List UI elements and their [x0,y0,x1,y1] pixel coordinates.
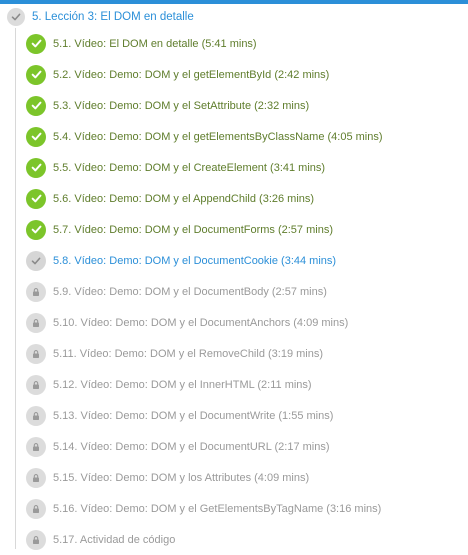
lesson-item: 5.15. Vídeo: Demo: DOM y los Attributes … [0,462,468,493]
check-icon [7,8,25,26]
lesson-item[interactable]: 5.7. Vídeo: Demo: DOM y el DocumentForms… [0,214,468,245]
lesson-label[interactable]: 5.4. Vídeo: Demo: DOM y el getElementsBy… [53,131,383,143]
lesson-item: 5.9. Vídeo: Demo: DOM y el DocumentBody … [0,276,468,307]
lesson-label: 5.16. Vídeo: Demo: DOM y el GetElementsB… [53,502,382,515]
lesson-label[interactable]: 5.6. Vídeo: Demo: DOM y el AppendChild (… [53,193,314,205]
lesson-label[interactable]: 5.2. Vídeo: Demo: DOM y el getElementByI… [53,69,329,81]
check-circle-icon [26,95,46,116]
lesson-item[interactable]: 5.1. Vídeo: El DOM en detalle (5:41 mins… [0,28,468,59]
lesson-item[interactable]: 5.3. Vídeo: Demo: DOM y el SetAttribute … [0,90,468,121]
section-title[interactable]: 5. Lección 3: El DOM en detalle [32,11,194,23]
lesson-item: 5.12. Vídeo: Demo: DOM y el InnerHTML (2… [0,369,468,400]
lesson-item: 5.16. Vídeo: Demo: DOM y el GetElementsB… [0,493,468,524]
lesson-item[interactable]: 5.5. Vídeo: Demo: DOM y el CreateElement… [0,152,468,183]
check-circle-icon [26,33,46,54]
lesson-label: 5.10. Vídeo: Demo: DOM y el DocumentAnch… [53,316,349,329]
lesson-label: 5.12. Vídeo: Demo: DOM y el InnerHTML (2… [53,378,312,391]
check-circle-icon [26,126,46,147]
lesson-item: 5.14. Vídeo: Demo: DOM y el DocumentURL … [0,431,468,462]
lock-icon [26,281,46,302]
check-icon [26,250,46,271]
lesson-item[interactable]: 5.8. Vídeo: Demo: DOM y el DocumentCooki… [0,245,468,276]
check-circle-icon [26,219,46,240]
lesson-item: 5.17. Actividad de código [0,524,468,555]
lock-icon [26,312,46,333]
section-header[interactable]: 5. Lección 3: El DOM en detalle [0,6,468,30]
lock-icon [26,436,46,457]
lesson-item: 5.13. Vídeo: Demo: DOM y el DocumentWrit… [0,400,468,431]
lesson-item: 5.10. Vídeo: Demo: DOM y el DocumentAnch… [0,307,468,338]
lesson-item: 5.11. Vídeo: Demo: DOM y el RemoveChild … [0,338,468,369]
check-circle-icon [26,188,46,209]
lesson-label[interactable]: 5.1. Vídeo: El DOM en detalle (5:41 mins… [53,38,257,50]
lesson-label: 5.11. Vídeo: Demo: DOM y el RemoveChild … [53,347,324,360]
lock-icon [26,529,46,550]
lesson-label: 5.17. Actividad de código [53,533,176,546]
lock-icon [26,343,46,364]
lock-icon [26,374,46,395]
check-circle-icon [26,157,46,178]
lesson-label: 5.14. Vídeo: Demo: DOM y el DocumentURL … [53,440,330,453]
lesson-label: 5.13. Vídeo: Demo: DOM y el DocumentWrit… [53,409,334,422]
lesson-label[interactable]: 5.7. Vídeo: Demo: DOM y el DocumentForms… [53,224,333,236]
top-accent-bar [0,0,468,4]
lesson-label[interactable]: 5.8. Vídeo: Demo: DOM y el DocumentCooki… [53,255,336,267]
lesson-label[interactable]: 5.3. Vídeo: Demo: DOM y el SetAttribute … [53,100,309,112]
lesson-item[interactable]: 5.2. Vídeo: Demo: DOM y el getElementByI… [0,59,468,90]
lesson-label: 5.9. Vídeo: Demo: DOM y el DocumentBody … [53,285,327,298]
lock-icon [26,405,46,426]
lock-icon [26,467,46,488]
lesson-label: 5.15. Vídeo: Demo: DOM y los Attributes … [53,471,310,484]
lock-icon [26,498,46,519]
check-circle-icon [26,64,46,85]
lesson-item[interactable]: 5.6. Vídeo: Demo: DOM y el AppendChild (… [0,183,468,214]
lesson-label[interactable]: 5.5. Vídeo: Demo: DOM y el CreateElement… [53,162,325,174]
lesson-item[interactable]: 5.4. Vídeo: Demo: DOM y el getElementsBy… [0,121,468,152]
lesson-list: 5.1. Vídeo: El DOM en detalle (5:41 mins… [0,28,468,555]
